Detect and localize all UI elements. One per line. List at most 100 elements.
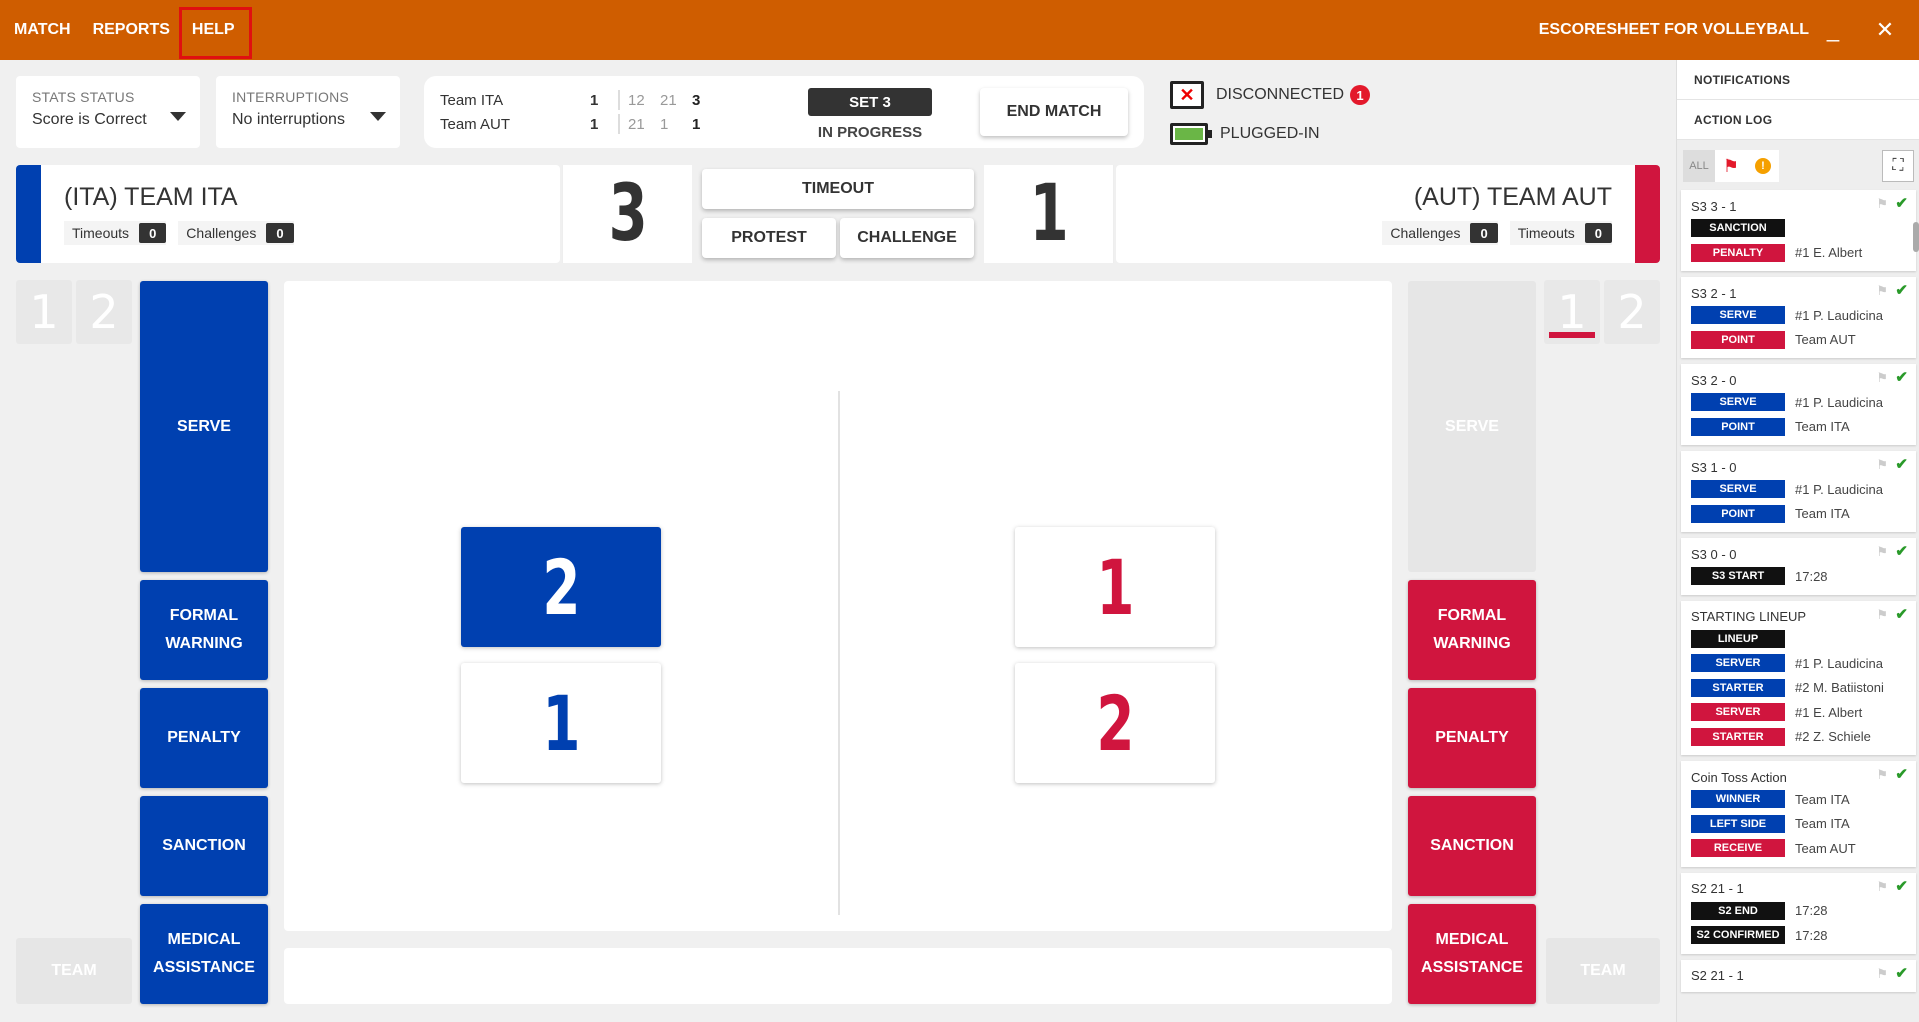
flag-icon[interactable]: ⚑ [1876,370,1888,386]
score-set-2: 1 [660,115,669,133]
aut-sanction-button[interactable]: SANCTION [1408,796,1536,896]
minimize-button[interactable]: _ [1813,0,1853,60]
ita-team-button[interactable]: TEAM [16,938,132,1004]
expand-icon[interactable]: ⛶ [1882,150,1914,182]
log-entry[interactable]: Coin Toss Action ⚑ ✔ WINNER Team ITA LEFT SID… [1681,761,1916,867]
log-text: #1 P. Laudicina [1795,655,1883,671]
nav-match[interactable]: MATCH [0,0,82,60]
log-text: Team ITA [1795,419,1850,435]
log-entry[interactable]: S3 0 - 0 ⚑ ✔ S3 START 17:28 [1681,538,1916,595]
flag-icon[interactable]: ⚑ [1876,879,1888,895]
log-text: Team ITA [1795,816,1850,832]
challenges-count: 0 [1470,223,1498,243]
score-sets-won: 1 [590,91,599,109]
aut-team-button[interactable]: TEAM [1546,938,1660,1004]
notification-count-badge[interactable]: 1 [1350,85,1371,105]
ita-penalty-button[interactable]: PENALTY [140,688,268,788]
ita-serve-button[interactable]: SERVE [140,281,268,572]
log-entry[interactable]: STARTING LINEUP ⚑ ✔ LINEUP SERVER #1 P. Laudi… [1681,600,1916,755]
close-button[interactable]: ✕ [1865,0,1905,60]
check-icon: ✔ [1895,369,1908,386]
interruptions-dropdown[interactable]: INTERRUPTIONS No interruptions [216,76,400,148]
score-team-name: Team ITA [440,91,504,109]
log-entry[interactable]: S3 2 - 1 ⚑ ✔ SERVE #1 P. Laudicina POINT Team … [1681,277,1916,358]
score-set-1: 12 [628,91,645,109]
ita-formal-warning-button[interactable]: FORMAL WARNING [140,580,268,680]
aut-formal-warning-button[interactable]: FORMAL WARNING [1408,580,1536,680]
interruptions-label: INTERRUPTIONS [232,89,349,105]
log-entry[interactable]: S3 1 - 0 ⚑ ✔ SERVE #1 P. Laudicina POINT Team … [1681,451,1916,532]
disconnected-label: DISCONNECTED [1216,86,1345,103]
flag-icon[interactable]: ⚑ [1876,966,1888,982]
aut-penalty-button[interactable]: PENALTY [1408,688,1536,788]
log-entry[interactable]: S2 21 - 1 ⚑ ✔ S2 END 17:28 S2 CONFIRMED 17:28 [1681,872,1916,954]
log-row: WINNER Team ITA [1691,787,1906,812]
team-score-ita-value: 3 [608,169,648,259]
log-text: 17:28 [1795,903,1828,919]
filter-all[interactable]: ALL [1683,150,1715,182]
protest-button[interactable]: PROTEST [702,218,836,258]
log-tag: SERVE [1691,393,1785,412]
challenge-button[interactable]: CHALLENGE [840,218,974,258]
warning-icon[interactable]: ! [1747,150,1779,182]
ita-sanction-button[interactable]: SANCTION [140,796,268,896]
ita-medical-line1: MEDICAL [167,931,241,948]
main-nav: MATCH REPORTS HELP [0,0,252,60]
aut-serve-button[interactable]: SERVE [1408,281,1536,572]
nav-help[interactable]: HELP [178,0,252,60]
score-sets-won: 1 [590,115,599,133]
log-entry[interactable]: S3 2 - 0 ⚑ ✔ SERVE #1 P. Laudicina POINT Team … [1681,364,1916,445]
app-title: ESCORESHEET FOR VOLLEYBALL [1538,21,1809,38]
court-net-line [838,391,840,915]
log-entry-title: S3 3 - 1 [1691,198,1737,214]
log-tag: POINT [1691,330,1785,349]
log-entry-title: S3 1 - 0 [1691,459,1737,475]
log-row: POINT Team ITA [1691,415,1906,440]
timeout-button[interactable]: TIMEOUT [702,169,974,209]
log-row: S2 CONFIRMED 17:28 [1691,923,1906,948]
power-status: PLUGGED-IN [1170,123,1320,145]
log-entry-title: Coin Toss Action [1691,769,1787,785]
ita-player-front[interactable]: 2 [461,527,661,647]
log-entry[interactable]: S3 3 - 1 ⚑ ✔ SANCTION PENALTY #1 E. Albert [1681,190,1916,271]
log-filter-bar: ALL ⚑ ! ⛶ [1681,148,1916,186]
flag-icon[interactable]: ⚑ [1876,283,1888,299]
notifications-tab[interactable]: NOTIFICATIONS [1677,60,1919,100]
bottom-input-strip[interactable] [284,948,1392,1004]
flag-icon[interactable]: ⚑ [1715,150,1747,182]
action-log-tab[interactable]: ACTION LOG [1677,100,1919,140]
flag-icon[interactable]: ⚑ [1876,607,1888,623]
log-tag: PENALTY [1691,243,1785,262]
flag-icon[interactable]: ⚑ [1876,196,1888,212]
scrollbar-thumb[interactable] [1913,222,1919,252]
nav-help-label: HELP [191,21,235,38]
ita-player-back[interactable]: 1 [461,663,661,783]
aut-player-front[interactable]: 1 [1015,527,1215,647]
end-match-button[interactable]: END MATCH [980,88,1128,136]
score-set-3: 1 [692,115,701,133]
current-serve-indicator [1549,332,1595,338]
team-bar-ita: (ITA) TEAM ITA Timeouts 0 Challenges 0 [16,165,560,263]
team-name-aut: (AUT) TEAM AUT [1413,183,1612,211]
aut-medical-assistance-button[interactable]: MEDICAL ASSISTANCE [1408,904,1536,1004]
aut-player-back[interactable]: 2 [1015,663,1215,783]
score-set-1: 21 [628,115,645,133]
log-row: PENALTY #1 E. Albert [1691,241,1906,266]
ita-medical-assistance-button[interactable]: MEDICAL ASSISTANCE [140,904,268,1004]
log-entry-title: STARTING LINEUP [1691,609,1807,624]
nav-reports[interactable]: REPORTS [82,0,181,60]
check-icon: ✔ [1895,456,1908,473]
flag-icon[interactable]: ⚑ [1876,544,1888,560]
log-text: Team ITA [1795,506,1850,522]
log-entry[interactable]: S2 21 - 1 ⚑ ✔ [1681,959,1916,992]
log-text: #1 P. Laudicina [1795,394,1883,410]
log-row: STARTER #2 Z. Schiele [1691,725,1906,750]
aut-formal-warning-line1: FORMAL [1437,607,1507,624]
action-log-list: S3 3 - 1 ⚑ ✔ SANCTION PENALTY #1 E. Albert S3 … [1681,190,1916,998]
flag-icon[interactable]: ⚑ [1876,457,1888,473]
stats-status-dropdown[interactable]: STATS STATUS Score is Correct [16,76,200,148]
flag-icon[interactable]: ⚑ [1876,767,1888,783]
log-row: SERVE #1 P. Laudicina [1691,477,1906,502]
score-row-aut: Team AUT 1 21 1 1 [440,112,724,136]
log-tag: LINEUP [1691,629,1785,648]
